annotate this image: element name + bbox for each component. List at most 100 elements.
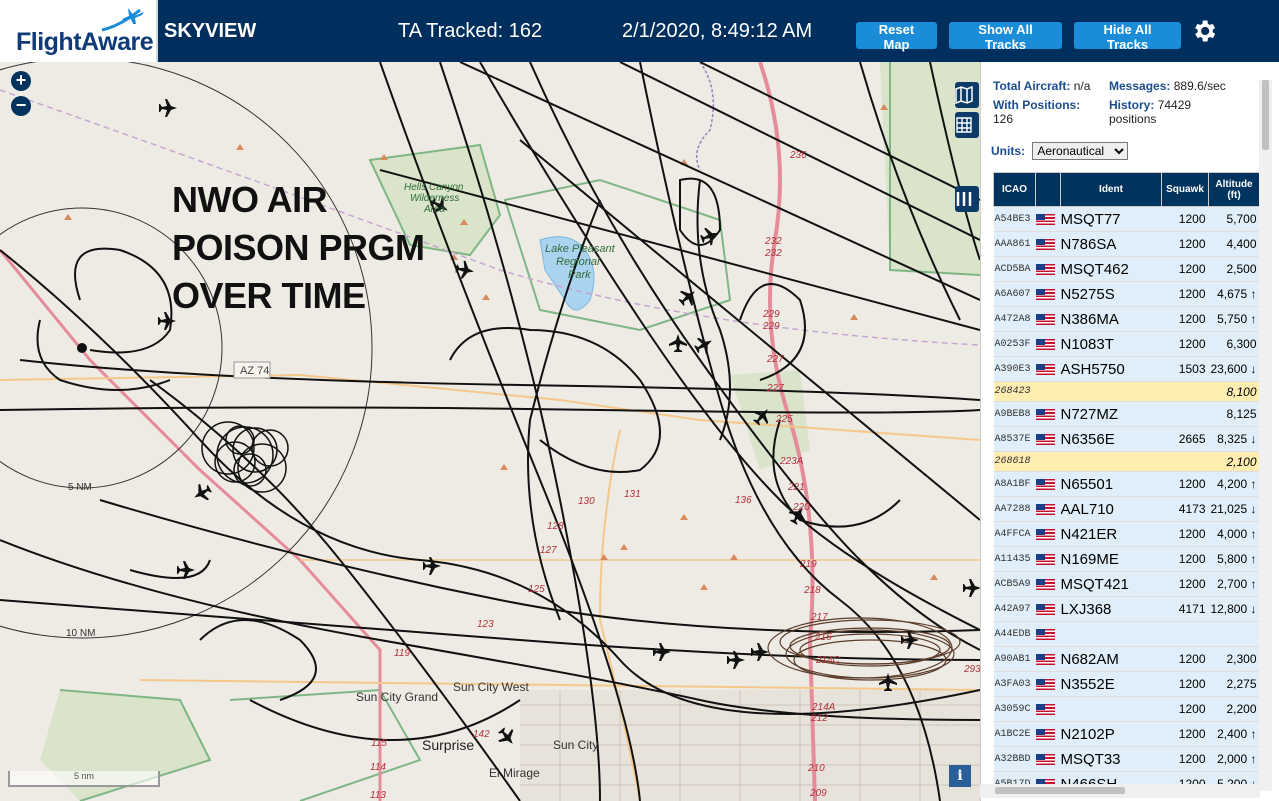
squawk-cell: 1200 — [1161, 696, 1209, 722]
altitude-cell: 2,275 — [1208, 671, 1260, 697]
svg-text:236: 236 — [789, 150, 807, 161]
table-row[interactable]: A3FA03 N3552E 1200 2,275 — [993, 671, 1260, 697]
svg-text:229: 229 — [762, 309, 780, 320]
svg-text:Sun City West: Sun City West — [453, 680, 529, 694]
table-row[interactable]: 268618 2,100 — [993, 451, 1260, 472]
vertical-scrollbar[interactable] — [1259, 80, 1272, 791]
zoom-out-button[interactable]: − — [11, 96, 31, 116]
columns-icon — [956, 192, 972, 206]
table-row[interactable]: A42A97 LXJ368 4171 12,800 ↓ — [993, 596, 1260, 622]
ident-cell: MSQT421 — [1060, 571, 1162, 597]
table-row[interactable]: A4FFCA N421ER 1200 4,000 ↑ — [993, 521, 1260, 547]
table-row[interactable]: A54BE3 MSQT77 1200 5,700 — [993, 206, 1260, 232]
column-header-squawk[interactable]: Squawk — [1161, 172, 1209, 207]
table-row[interactable]: A90AB1 N682AM 1200 2,300 — [993, 646, 1260, 672]
table-row[interactable]: A11435 N169ME 1200 5,800 ↑ — [993, 546, 1260, 572]
zoom-in-button[interactable]: + — [11, 71, 31, 91]
svg-text:Area: Area — [423, 204, 446, 215]
svg-text:218: 218 — [803, 585, 821, 596]
column-header-altitude[interactable]: Altitude (ft) — [1208, 172, 1260, 207]
svg-text:220: 220 — [792, 502, 810, 513]
hide-all-tracks-button[interactable]: Hide All Tracks — [1074, 22, 1181, 52]
squawk-cell: 4173 — [1161, 496, 1209, 522]
table-row[interactable]: A8537E N6356E 2665 8,325 ↓ — [993, 426, 1260, 452]
table-row[interactable]: A1BC2E N2102P 1200 2,400 ↑ — [993, 721, 1260, 747]
svg-text:229: 229 — [762, 321, 780, 332]
table-row[interactable]: ACD5BA MSQT462 1200 2,500 — [993, 256, 1260, 282]
table-row[interactable]: 268423 8,100 — [993, 381, 1260, 402]
table-row[interactable]: A472A8 N386MA 1200 5,750 ↑ — [993, 306, 1260, 332]
vertical-scrollbar-thumb[interactable] — [1262, 80, 1269, 150]
ident-cell — [1060, 381, 1162, 402]
us-flag-icon — [1035, 409, 1055, 421]
map-layers-button[interactable] — [955, 82, 979, 108]
flightaware-logo[interactable]: FlightAware — [0, 0, 158, 62]
icao-cell: A54BE3 — [993, 206, 1036, 232]
show-all-tracks-button[interactable]: Show All Tracks — [949, 22, 1062, 52]
svg-text:293: 293 — [963, 664, 980, 675]
altitude-cell: 2,200 — [1208, 696, 1260, 722]
squawk-cell: 1200 — [1161, 206, 1209, 232]
table-row[interactable]: A390E3 ASH5750 1503 23,600 ↓ — [993, 356, 1260, 382]
svg-text:217: 217 — [810, 612, 828, 623]
svg-text:232: 232 — [764, 248, 782, 259]
ident-cell: N2102P — [1060, 721, 1162, 747]
toggle-sidebar-button[interactable] — [955, 186, 979, 212]
flag-cell — [1035, 381, 1061, 402]
us-flag-icon — [1035, 434, 1055, 446]
units-select[interactable]: Aeronautical — [1032, 142, 1129, 160]
table-row[interactable]: A9BEB8 N727MZ 8,125 — [993, 401, 1260, 427]
altitude-cell: 2,500 — [1208, 256, 1260, 282]
map-canvas[interactable]: 5 NM 10 NM AZ 74 Hells Canyon Wilderness… — [0, 62, 980, 801]
table-row[interactable]: ACB5A9 MSQT421 1200 2,700 ↑ — [993, 571, 1260, 597]
table-row[interactable]: AAA861 N786SA 1200 4,400 — [993, 231, 1260, 257]
squawk-cell: 1503 — [1161, 356, 1209, 382]
svg-text:128: 128 — [547, 521, 564, 532]
svg-text:130: 130 — [578, 496, 595, 507]
column-header-ident[interactable]: Ident — [1060, 172, 1162, 207]
table-row[interactable]: A6A607 N5275S 1200 4,675 ↑ — [993, 281, 1260, 307]
ident-cell — [1060, 621, 1162, 647]
table-row[interactable]: A3059C 1200 2,200 — [993, 696, 1260, 722]
table-row[interactable]: A44EDB — [993, 621, 1260, 647]
column-header-icao[interactable]: ICAO — [993, 172, 1036, 207]
ident-cell: N727MZ — [1060, 401, 1162, 427]
reset-map-button[interactable]: Reset Map — [856, 22, 937, 52]
svg-text:227: 227 — [766, 383, 784, 394]
us-flag-icon — [1035, 679, 1055, 691]
map-view[interactable]: 5 NM 10 NM AZ 74 Hells Canyon Wilderness… — [0, 62, 980, 801]
aircraft-icon — [653, 643, 671, 661]
table-row[interactable]: A32BBD MSQT33 1200 2,000 ↑ — [993, 746, 1260, 772]
icao-cell: 268618 — [993, 451, 1036, 472]
us-flag-icon — [1035, 704, 1055, 716]
icao-cell: A90AB1 — [993, 646, 1036, 672]
svg-text:225: 225 — [775, 414, 793, 425]
icao-cell: ACB5A9 — [993, 571, 1036, 597]
squawk-cell: 1200 — [1161, 671, 1209, 697]
horizontal-scrollbar-thumb[interactable] — [995, 787, 1125, 794]
ident-cell: N421ER — [1060, 521, 1162, 547]
flag-cell — [1035, 621, 1061, 647]
table-row[interactable]: A0253F N1083T 1200 6,300 — [993, 331, 1260, 357]
table-row[interactable]: A8A1BF N65501 1200 4,200 ↑ — [993, 471, 1260, 497]
ident-cell — [1060, 696, 1162, 722]
grid-overlay-button[interactable] — [955, 112, 979, 138]
icao-cell: A3FA03 — [993, 671, 1036, 697]
flag-cell — [1035, 206, 1061, 232]
table-row[interactable]: AA7288 AAL710 4173 21,025 ↓ — [993, 496, 1260, 522]
squawk-cell — [1161, 401, 1209, 427]
flag-cell — [1035, 646, 1061, 672]
squawk-cell: 1200 — [1161, 546, 1209, 572]
squawk-cell: 1200 — [1161, 306, 1209, 332]
us-flag-icon — [1035, 214, 1055, 226]
altitude-cell: 8,100 — [1208, 381, 1260, 402]
svg-text:219: 219 — [799, 559, 817, 570]
column-header-flag[interactable] — [1035, 172, 1061, 207]
info-button[interactable]: i — [949, 765, 971, 787]
squawk-cell: 1200 — [1161, 571, 1209, 597]
ident-cell: N169ME — [1060, 546, 1162, 572]
history-stat: History: 74429 positions — [1109, 98, 1191, 126]
us-flag-icon — [1035, 754, 1055, 766]
gear-icon[interactable] — [1190, 17, 1218, 45]
aircraft-sidebar: Total Aircraft: n/a Messages: 889.6/sec … — [980, 62, 1279, 801]
